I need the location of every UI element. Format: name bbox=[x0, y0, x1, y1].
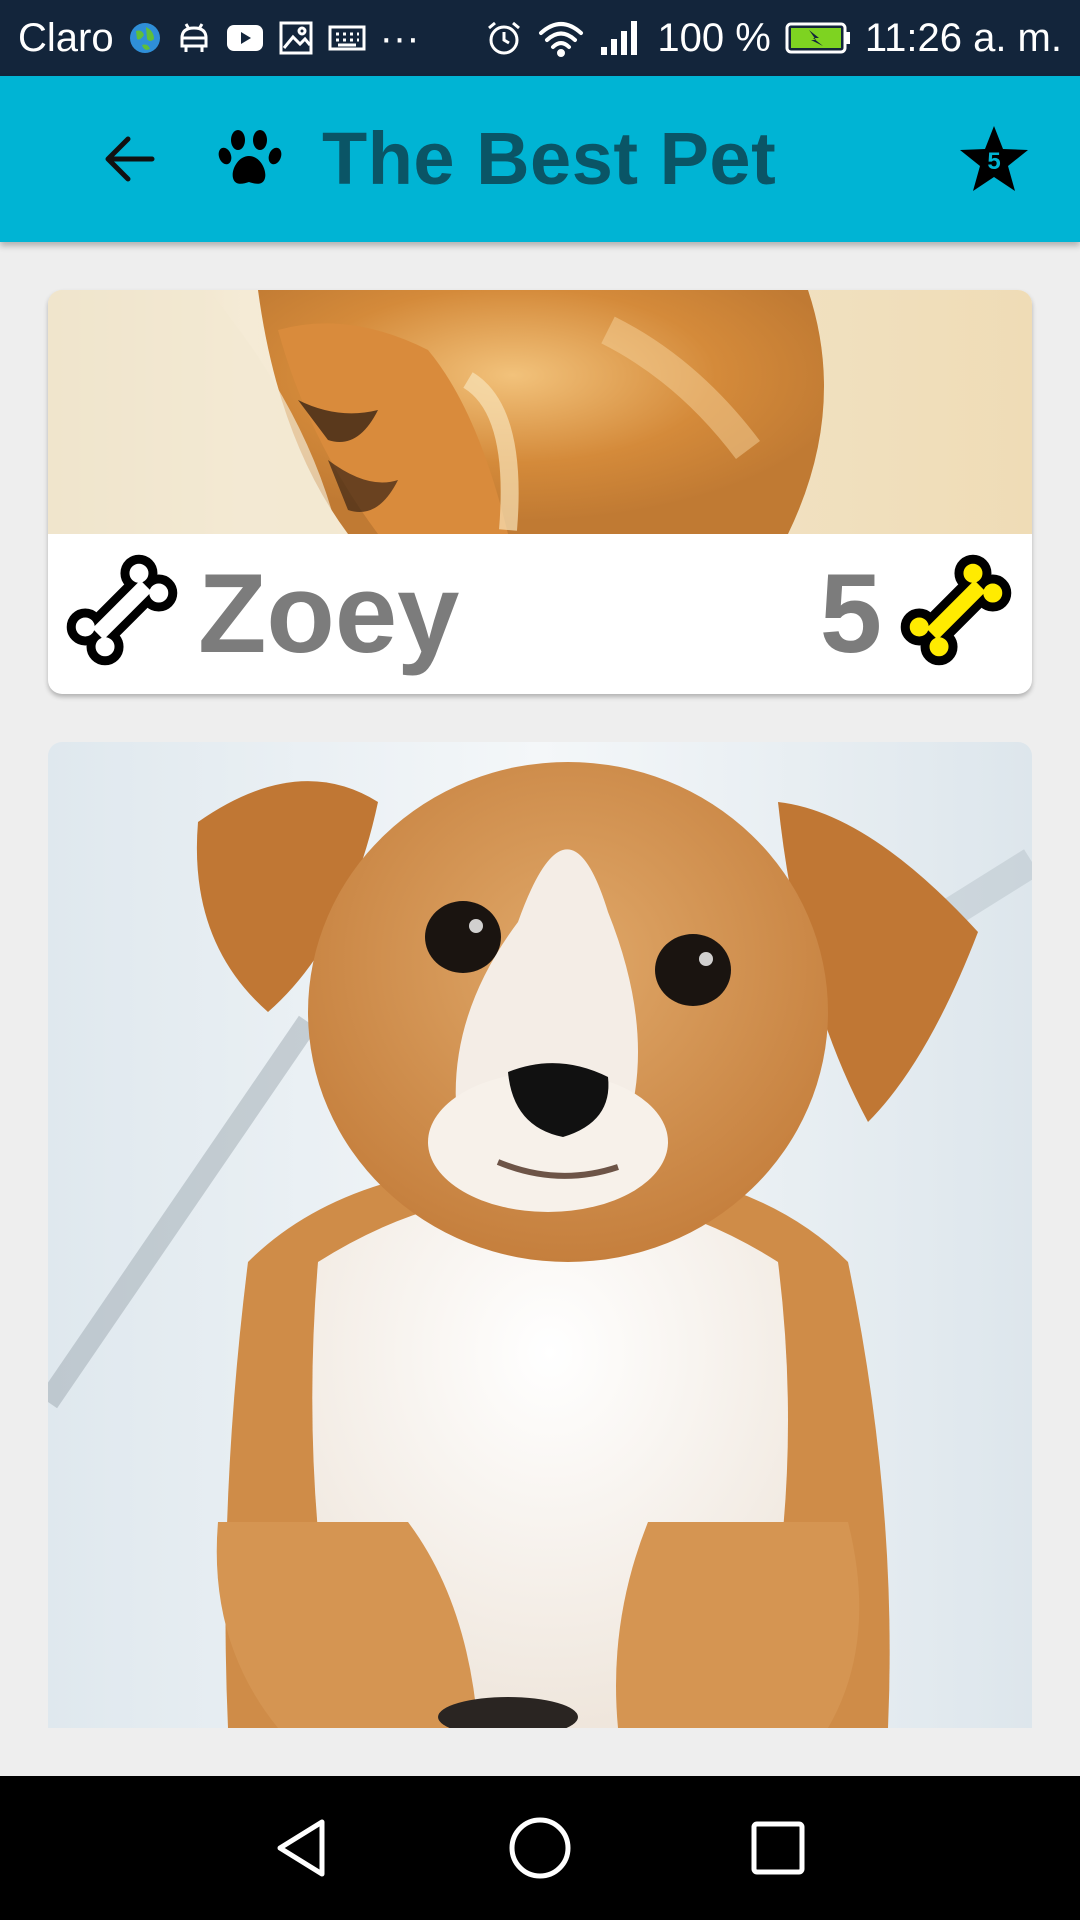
navigation-bar bbox=[0, 1776, 1080, 1920]
clock: 11:26 a. m. bbox=[864, 15, 1062, 60]
paw-icon bbox=[218, 128, 282, 190]
back-button[interactable] bbox=[100, 131, 160, 187]
status-bar: Claro ··· 100 % 11:26 a. m. bbox=[0, 0, 1080, 76]
app-bar: The Best Pet 5 bbox=[0, 76, 1080, 242]
pet-rating: 5 bbox=[819, 551, 882, 676]
puppy-paw-photo bbox=[48, 290, 1032, 534]
battery-charging-icon bbox=[785, 16, 851, 60]
app-title: The Best Pet bbox=[322, 117, 777, 200]
wifi-icon bbox=[537, 16, 585, 60]
youtube-icon bbox=[226, 16, 264, 60]
favorites-count: 5 bbox=[987, 148, 1001, 175]
image-icon bbox=[278, 16, 314, 60]
android-icon bbox=[176, 16, 212, 60]
battery-percent: 100 % bbox=[657, 15, 771, 60]
nav-recents-button[interactable] bbox=[742, 1812, 814, 1884]
keyboard-icon bbox=[328, 16, 366, 60]
nav-back-button[interactable] bbox=[266, 1812, 338, 1884]
arrow-left-icon bbox=[105, 136, 155, 182]
more-notifications: ··· bbox=[379, 15, 420, 60]
recents-square-icon bbox=[751, 1821, 805, 1875]
signal-icon bbox=[599, 16, 643, 60]
nav-home-button[interactable] bbox=[504, 1812, 576, 1884]
pet-name: Zoey bbox=[198, 551, 460, 676]
pet-card[interactable]: Zoey 5 bbox=[48, 290, 1032, 694]
bone-icon bbox=[66, 554, 178, 666]
home-circle-icon bbox=[509, 1817, 571, 1879]
puppy-photo bbox=[48, 742, 1032, 1728]
alarm-icon bbox=[485, 16, 523, 60]
globe-icon bbox=[128, 16, 162, 60]
carrier-name: Claro bbox=[18, 15, 114, 60]
back-triangle-icon bbox=[277, 1819, 325, 1877]
favorites-button[interactable]: 5 bbox=[958, 124, 1030, 194]
yellow-bone-icon[interactable] bbox=[896, 550, 1016, 670]
pet-card[interactable] bbox=[48, 742, 1032, 1728]
